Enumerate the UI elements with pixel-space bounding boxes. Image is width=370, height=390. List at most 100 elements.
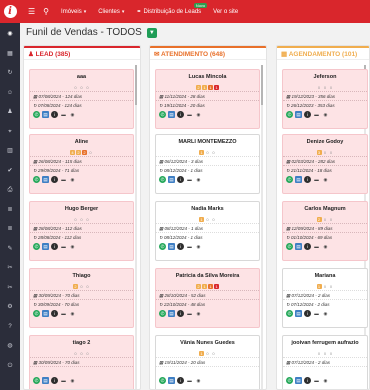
info-icon[interactable]: i [51,176,58,183]
whatsapp-icon[interactable]: ✆ [286,176,293,183]
lead-name[interactable]: Jeferson [283,74,367,83]
lead-name[interactable]: aaa [30,74,133,83]
folder-icon[interactable]: ▬ [186,310,193,317]
nav-ver-site[interactable]: Ver o site [213,9,238,15]
chat-icon[interactable]: ▤ [168,111,175,118]
lead-card[interactable]: Mariana 1 0 0 ▦ 07/12/2024 - 2 dias ↻ 07/12/2… [282,268,368,328]
lead-card[interactable]: Vânia Nunes Guedes 1 0 0 ▦ 19/11/2024 - 20 d… [155,335,260,389]
info-icon[interactable]: i [177,176,184,183]
chat-icon[interactable]: ▤ [168,176,175,183]
eye-icon[interactable]: ◉ [195,243,202,250]
whatsapp-icon[interactable]: ✆ [159,310,166,317]
info-icon[interactable]: i [177,243,184,250]
edit-icon[interactable]: ✎ [0,244,20,254]
whatsapp-icon[interactable]: ✆ [33,176,40,183]
folder-icon[interactable]: ▬ [60,243,67,250]
chat-icon[interactable]: ▤ [42,243,49,250]
eye-icon[interactable]: ◉ [322,176,329,183]
info-icon[interactable]: i [177,377,184,384]
info-icon[interactable]: i [304,310,311,317]
whatsapp-icon[interactable]: ✆ [159,243,166,250]
whatsapp-icon[interactable]: ✆ [286,111,293,118]
nav-distribuicao-leads[interactable]: ⚭ Distribuição de Leads Novo [136,3,208,15]
location-icon[interactable]: ⌖ [0,127,20,137]
folder-icon[interactable]: ▬ [313,243,320,250]
info-icon[interactable]: i [177,310,184,317]
column-scrollbar[interactable] [261,65,263,389]
info-icon[interactable]: i [304,243,311,250]
whatsapp-icon[interactable]: ✆ [33,310,40,317]
folder-icon[interactable]: ▬ [186,176,193,183]
folder-icon[interactable]: ▬ [313,377,320,384]
lead-card[interactable]: tiago 2 0 0 0 ▦ 30/09/2024 - 70 dias ✆ ▤ i ▬ ◉ [29,335,134,389]
lead-card[interactable]: Jeferson 0 0 0 ▦ 19/12/2023 - 356 dias ↻ 26/1… [282,69,368,129]
scrollbar-thumb[interactable] [261,65,263,105]
whatsapp-icon[interactable]: ✆ [33,111,40,118]
folder-icon[interactable]: ▬ [60,176,67,183]
lead-name[interactable]: Nadia Marks [156,206,259,215]
lead-card[interactable]: Aline 4 2 2 0 ▦ 26/08/2024 - 115 dias ↻ 29/09/… [29,134,134,194]
user-icon[interactable]: ♟ [0,107,20,117]
info-icon[interactable]: i [51,111,58,118]
info-icon[interactable]: i [304,111,311,118]
folder-icon[interactable]: ▬ [313,111,320,118]
lead-card[interactable]: Carlos Magnum 2 0 0 ▦ 12/09/2024 - 89 dias ↻ … [282,201,368,261]
chat-icon[interactable]: ▤ [168,243,175,250]
folder-icon[interactable]: ▬ [186,243,193,250]
lead-card[interactable]: Nadia Marks 1 0 0 ▦ 08/12/2024 - 1 dias ↻ 08/… [155,201,260,261]
eye-icon[interactable]: ◉ [69,111,76,118]
eye-icon[interactable]: ◉ [322,111,329,118]
chat-icon[interactable]: ▤ [295,176,302,183]
info-icon[interactable]: i [304,176,311,183]
folder-icon[interactable]: ▬ [186,377,193,384]
eye-icon[interactable]: ◉ [69,243,76,250]
globe-icon[interactable]: ◍ [0,341,20,351]
whatsapp-icon[interactable]: ✆ [159,176,166,183]
lead-name[interactable]: Mariana [283,273,367,282]
list-icon[interactable]: ≣ [0,224,20,234]
chat-icon[interactable]: ▤ [168,310,175,317]
chat-icon[interactable]: ▤ [168,377,175,384]
whatsapp-icon[interactable]: ✆ [159,111,166,118]
eye-icon[interactable]: ◉ [195,310,202,317]
info-icon[interactable]: i [51,377,58,384]
wrench-icon[interactable]: ✂ [0,283,20,293]
folder-icon[interactable]: ▬ [60,377,67,384]
whatsapp-icon[interactable]: ✆ [33,243,40,250]
folder-icon[interactable]: ▬ [186,111,193,118]
whatsapp-icon[interactable]: ✆ [159,377,166,384]
filter-button[interactable]: ▼ [146,27,157,38]
calendar-icon[interactable]: ▦ [0,49,20,59]
chat-icon[interactable]: ▤ [295,377,302,384]
info-icon[interactable]: i [177,111,184,118]
chat-icon[interactable]: ▤ [295,111,302,118]
eye-icon[interactable]: ◉ [69,377,76,384]
eye-icon[interactable]: ◉ [195,176,202,183]
eye-icon[interactable]: ◉ [322,243,329,250]
search-icon[interactable]: ⚲ [43,7,49,16]
eye-icon[interactable]: ◉ [322,377,329,384]
nav-clientes[interactable]: Clientes ▾ [98,9,124,15]
eye-icon[interactable]: ◉ [195,377,202,384]
lead-name[interactable]: Aline [30,139,133,148]
chart-icon[interactable]: ▥ [0,146,20,156]
list-icon[interactable]: ≣ [0,205,20,215]
folder-icon[interactable]: ▬ [313,310,320,317]
lead-card[interactable]: Denize Godoy 3 0 0 ▦ 02/03/2024 - 282 dias ↻ … [282,134,368,194]
folder-icon[interactable]: ▬ [60,310,67,317]
chat-icon[interactable]: ▤ [42,176,49,183]
column-scrollbar[interactable] [135,65,137,389]
whatsapp-icon[interactable]: ✆ [33,377,40,384]
whatsapp-icon[interactable]: ✆ [286,377,293,384]
lead-card[interactable]: aaa 0 0 0 ▦ 07/08/2024 - 124 dias ↻ 07/08/202… [29,69,134,129]
refresh-icon[interactable]: ↻ [0,68,20,78]
lead-name[interactable]: Lucas Mincola [156,74,259,83]
lead-name[interactable]: tiago 2 [30,340,133,349]
eye-icon[interactable]: ◉ [69,310,76,317]
lead-card[interactable]: Lucas Mincola 2 1 1 1 ▦ 11/11/2024 - 28 dias ↻… [155,69,260,129]
user-check-icon[interactable]: ✔ [0,166,20,176]
users-icon[interactable]: ☺ [0,88,20,98]
chat-icon[interactable]: ▤ [42,377,49,384]
settings-icon[interactable]: ⚙ [0,302,20,312]
folder-icon[interactable]: ▬ [60,111,67,118]
